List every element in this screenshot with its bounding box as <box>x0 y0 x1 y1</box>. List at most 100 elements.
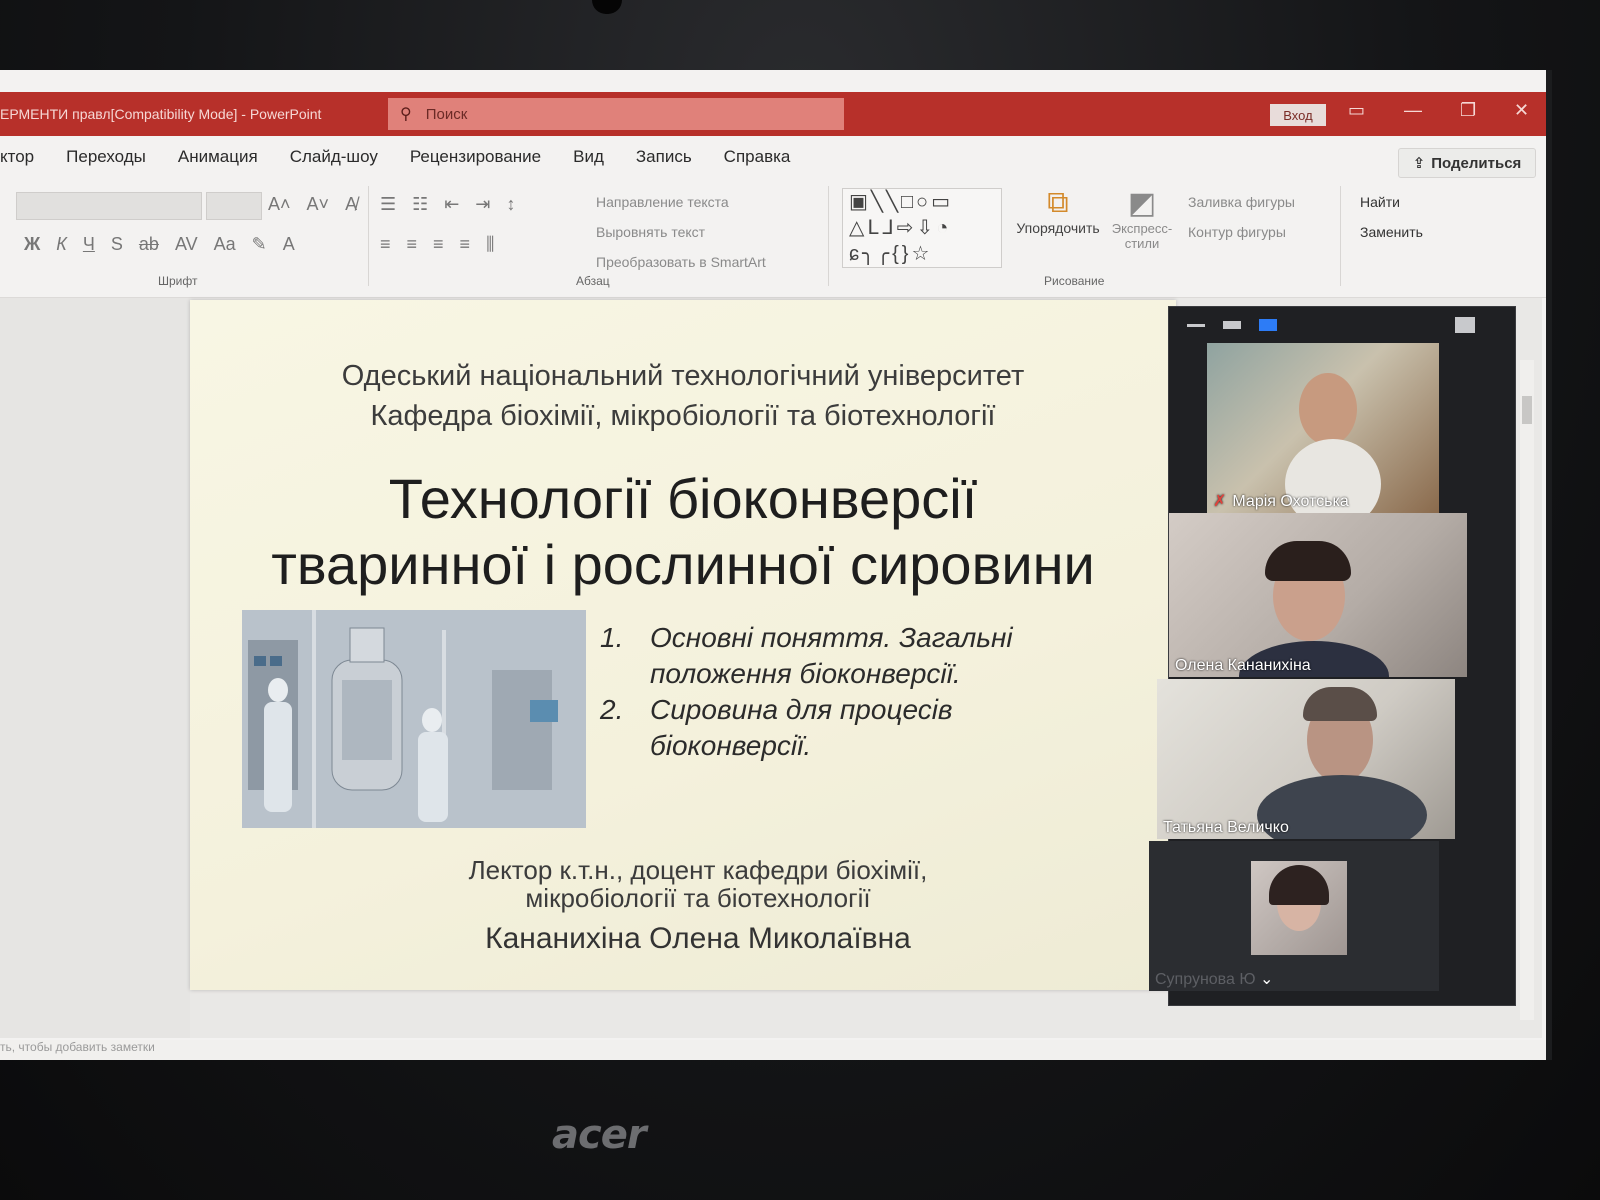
drawing-group-label: Рисование <box>1044 274 1105 288</box>
tab-review[interactable]: Рецензирование <box>410 147 541 167</box>
increase-font-icon[interactable]: A˄ <box>268 194 291 215</box>
decrease-font-icon[interactable]: A˅ <box>307 194 330 215</box>
screen: ЕРМЕНТИ правл[Compatibility Mode] - Powe… <box>0 70 1552 1060</box>
shadow-icon[interactable]: S <box>111 234 123 255</box>
justify-icon[interactable]: ≡ <box>460 234 471 255</box>
decrease-indent-icon[interactable]: ⇤ <box>444 194 459 215</box>
divider <box>828 186 829 286</box>
university-line: Одеський національний технологічний унів… <box>341 360 1025 392</box>
slide-title: Технології біоконверсії тваринної і росл… <box>190 466 1176 598</box>
strikethrough-icon[interactable]: ab <box>139 234 159 255</box>
participant-tile[interactable]: ✗ Марія Охотська <box>1207 343 1439 513</box>
participant-tile[interactable]: Татьяна Величко <box>1157 679 1455 839</box>
share-button[interactable]: ⇪ Поделиться <box>1398 148 1536 178</box>
divider <box>368 186 369 286</box>
shape-fill-button[interactable]: Заливка фигуры <box>1188 194 1295 210</box>
arrange-button[interactable]: ⧉ Упорядочить <box>1010 186 1106 236</box>
lector-line: Лектор к.т.н., доцент кафедри біохімії, <box>468 855 928 885</box>
shape-outline-button[interactable]: Контур фигуры <box>1188 224 1286 240</box>
scrollbar-thumb[interactable] <box>1522 396 1532 424</box>
restore-icon[interactable]: ❐ <box>1460 100 1476 121</box>
search-input[interactable]: ⚲ Поиск <box>388 98 844 130</box>
case-icon[interactable]: Aa <box>214 234 236 255</box>
thumbnail-view-icon[interactable] <box>1223 321 1241 329</box>
title-bar: ЕРМЕНТИ правл[Compatibility Mode] - Powe… <box>0 92 1546 136</box>
spacing-icon[interactable]: AV <box>175 234 198 255</box>
bullets-icon[interactable]: ☰ <box>380 194 396 215</box>
bold-icon[interactable]: Ж <box>24 234 40 255</box>
topic-list: 1. Основні поняття. Загальні положення б… <box>600 620 1080 764</box>
vertical-scrollbar[interactable] <box>1520 360 1534 1020</box>
shapes-gallery[interactable]: ▣╲╲□○▭ △ᒪᒧ⇨⇩◔ ɕ╮╭{}☆ <box>842 188 1002 268</box>
quick-styles-icon: ◩ <box>1127 187 1157 220</box>
participant-name: Олена Кананихіна <box>1175 657 1311 675</box>
text-direction-button[interactable]: Направление текста <box>596 194 729 210</box>
underline-icon[interactable]: Ч <box>83 234 95 255</box>
align-text-button[interactable]: Выровнять текст <box>596 224 705 240</box>
list-text: Основні поняття. Загальні положення біок… <box>650 622 1013 689</box>
tab-animation[interactable]: Анимация <box>178 147 258 167</box>
participant-name: Супрунова Ю ⌄ <box>1155 969 1273 989</box>
title-line: тваринної і рослинної сировини <box>271 533 1095 596</box>
participant-name-text: Супрунова Ю <box>1155 971 1256 988</box>
participant-name: Татьяна Величко <box>1163 819 1289 837</box>
tab-slideshow[interactable]: Слайд-шоу <box>290 147 378 167</box>
list-buttons: ☰ ☷ ⇤ ⇥ ↕ <box>380 194 515 215</box>
notes-pane[interactable]: ть, чтобы добавить заметки <box>0 1040 1546 1060</box>
tab-design[interactable]: ктор <box>0 147 34 167</box>
font-style-buttons: Ж К Ч S ab AV Aa ✎ A <box>24 234 295 255</box>
smartart-button[interactable]: Преобразовать в SmartArt <box>596 254 766 270</box>
align-center-icon[interactable]: ≡ <box>407 234 418 255</box>
list-text: Сировина для процесів біоконверсії. <box>650 694 953 761</box>
login-button[interactable]: Вход <box>1270 104 1326 126</box>
exit-minimized-icon[interactable] <box>1455 317 1475 333</box>
quick-styles-label: Экспресс-стили <box>1111 221 1173 251</box>
tab-view[interactable]: Вид <box>573 147 604 167</box>
video-call-panel: ✗ Марія Охотська Олена Кананихіна Татьяна… <box>1149 306 1516 1006</box>
replace-button[interactable]: Заменить <box>1360 224 1423 240</box>
font-color-icon[interactable]: A <box>283 234 295 255</box>
notes-hint: ть, чтобы добавить заметки <box>0 1040 155 1054</box>
tab-record[interactable]: Запись <box>636 147 692 167</box>
thumbnail-pane[interactable] <box>0 298 190 1038</box>
line-spacing-icon[interactable]: ↕ <box>506 194 515 215</box>
participant-name-text: Татьяна Величко <box>1163 819 1289 836</box>
align-left-icon[interactable]: ≡ <box>380 234 391 255</box>
font-name-select[interactable] <box>16 192 202 220</box>
chevron-down-icon[interactable]: ⌄ <box>1260 971 1273 988</box>
participant-tile[interactable]: Супрунова Ю ⌄ <box>1149 841 1439 991</box>
italic-icon[interactable]: К <box>56 234 67 255</box>
slide-university: Одеський національний технологічний унів… <box>190 356 1176 436</box>
slide[interactable]: Одеський національний технологічний унів… <box>190 300 1176 990</box>
font-group-label: Шрифт <box>158 274 198 288</box>
increase-indent-icon[interactable]: ⇥ <box>475 194 490 215</box>
tab-transitions[interactable]: Переходы <box>66 147 146 167</box>
ribbon: A˄ A˅ A̸ Ж К Ч S ab AV Aa ✎ A Шрифт ☰ ☷ … <box>0 178 1546 298</box>
participant-tile[interactable]: Олена Кананихіна <box>1169 513 1467 677</box>
minimize-video-icon[interactable] <box>1187 323 1205 327</box>
columns-icon[interactable]: ⫼ <box>486 234 494 255</box>
arrange-label: Упорядочить <box>1016 220 1100 236</box>
share-label: Поделиться <box>1431 154 1522 172</box>
align-right-icon[interactable]: ≡ <box>433 234 444 255</box>
gallery-view-icon[interactable] <box>1259 319 1277 331</box>
ribbon-tabs: ктор Переходы Анимация Слайд-шоу Рецензи… <box>0 136 1546 178</box>
numbering-icon[interactable]: ☷ <box>412 194 428 215</box>
document-title: ЕРМЕНТИ правл[Compatibility Mode] - Powe… <box>0 106 322 122</box>
list-number: 2. <box>600 694 624 725</box>
font-size-buttons: A˄ A˅ A̸ <box>268 194 357 215</box>
bioreactor-photo <box>242 610 586 828</box>
tab-help[interactable]: Справка <box>724 147 791 167</box>
font-size-select[interactable] <box>206 192 262 220</box>
ribbon-display-icon[interactable]: ▭ <box>1348 100 1365 121</box>
close-icon[interactable]: ✕ <box>1514 100 1529 121</box>
find-button[interactable]: Найти <box>1360 194 1400 210</box>
device-logo: acer <box>552 1112 647 1158</box>
quick-styles-button[interactable]: ◩ Экспресс-стили <box>1104 186 1180 251</box>
clear-format-icon[interactable]: A̸ <box>345 194 357 215</box>
department-line: Кафедра біохімії, мікробіології та біоте… <box>370 400 996 432</box>
list-number: 1. <box>600 622 624 653</box>
minimize-icon[interactable]: — <box>1404 100 1422 121</box>
highlight-icon[interactable]: ✎ <box>252 234 267 255</box>
list-item: 2. Сировина для процесів біоконверсії. <box>600 692 1080 764</box>
